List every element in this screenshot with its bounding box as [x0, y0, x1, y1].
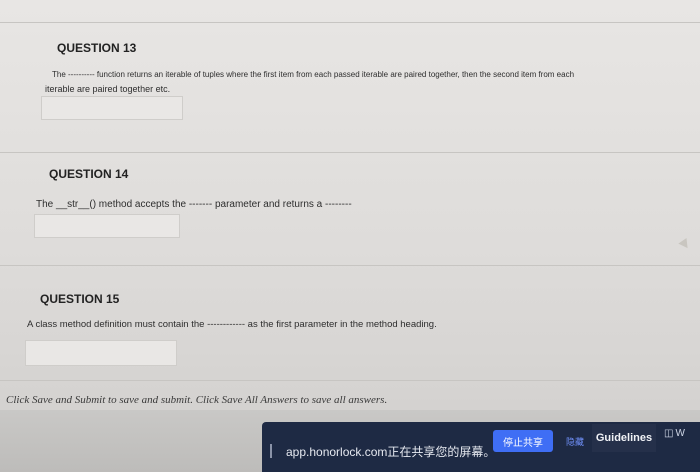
question-15-answer-field[interactable] — [25, 340, 177, 366]
question-14-answer-field[interactable] — [34, 214, 180, 238]
mouse-cursor-icon — [678, 237, 692, 252]
question-15-title: QUESTION 15 — [40, 292, 120, 306]
divider — [0, 152, 700, 153]
question-14-title: QUESTION 14 — [49, 167, 129, 181]
divider — [0, 380, 700, 381]
guidelines-button[interactable]: Guidelines — [592, 424, 656, 452]
tray-glyph-icon: ◫ — [664, 428, 674, 439]
tray-text: W — [675, 428, 685, 439]
drag-handle-icon[interactable] — [270, 444, 272, 458]
divider — [0, 265, 700, 266]
divider — [0, 22, 700, 23]
question-13-answer-field[interactable] — [41, 96, 183, 120]
save-instructions: Click Save and Submit to save and submit… — [6, 394, 388, 406]
exam-page: QUESTION 13 The ---------- function retu… — [0, 0, 700, 410]
question-13-text-line1: The ---------- function returns an itera… — [52, 70, 575, 79]
question-13-title: QUESTION 13 — [57, 41, 137, 55]
stop-sharing-button[interactable]: 停止共享 — [493, 430, 553, 452]
question-13-text-line2: iterable are paired together etc. — [45, 84, 171, 94]
tray-icons: ◫ W — [664, 428, 685, 439]
hide-button[interactable]: 隐藏 — [562, 430, 588, 452]
share-status-text: app.honorlock.com正在共享您的屏幕。 — [286, 445, 496, 459]
question-14-text: The __str__() method accepts the -------… — [36, 199, 352, 210]
question-15-text: A class method definition must contain t… — [27, 319, 437, 330]
